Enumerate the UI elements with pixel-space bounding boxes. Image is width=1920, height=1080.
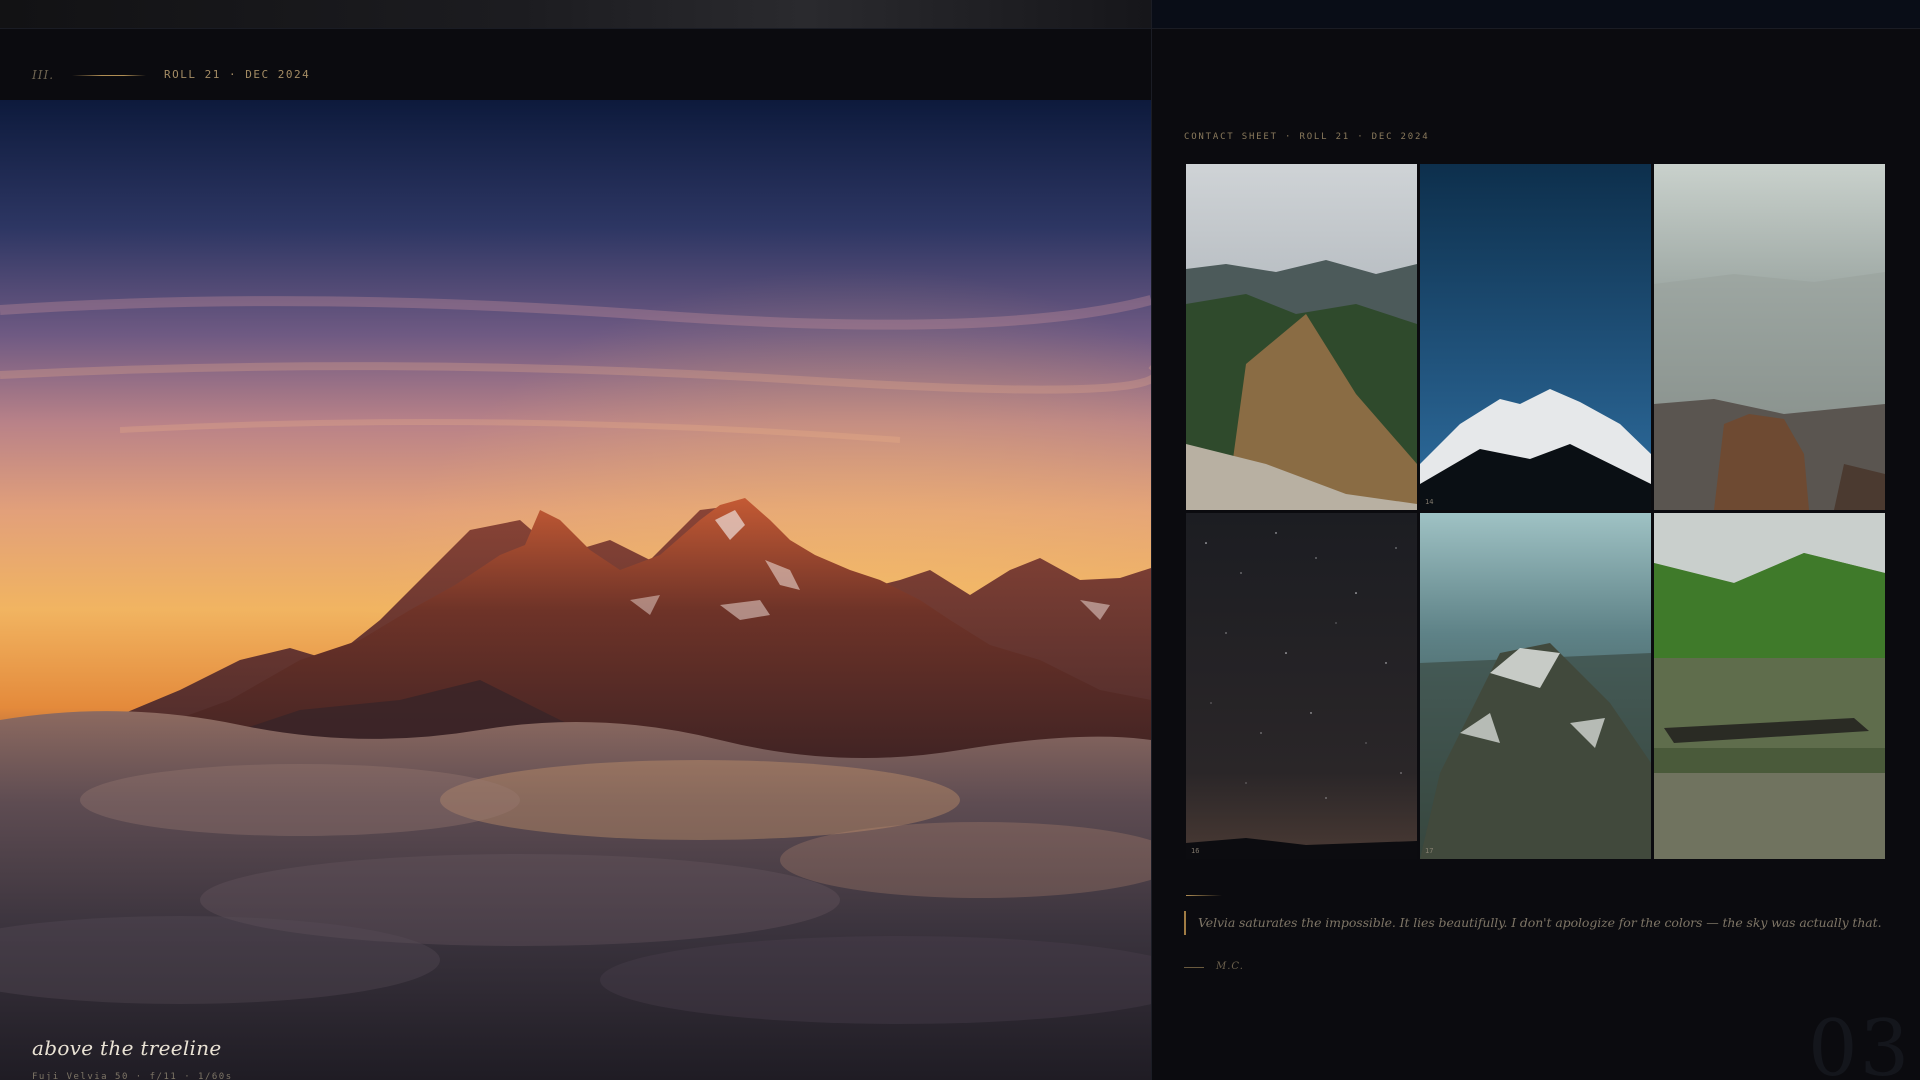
hero-title: above the treeline [32,1036,222,1060]
quote-text: Velvia saturates the impossible. It lies… [1198,915,1882,930]
contact-sheet-grid: 14 16 17 [1186,164,1886,860]
frame-photo [1420,513,1651,859]
contact-frame-3[interactable] [1654,164,1885,510]
contact-frame-4[interactable]: 16 [1186,513,1417,859]
signature-rule [1184,967,1204,968]
header-rule [72,75,146,76]
top-divider [0,28,1920,29]
contact-sheet-label: CONTACT SHEET · ROLL 21 · DEC 2024 [1184,132,1430,142]
frame-photo [1654,164,1885,510]
hero-mountain-illustration [0,100,1151,1080]
hero-meta: Fuji Velvia 50 · f/11 · 1/60s [32,1072,233,1080]
contact-frame-1[interactable] [1186,164,1417,510]
quote-rule [1186,895,1222,896]
frame-number: 16 [1191,847,1200,855]
frame-photo [1186,513,1417,859]
contact-frame-5[interactable]: 17 [1420,513,1651,859]
quote-signature: M.C. [1216,961,1244,972]
frame-number: 17 [1425,847,1434,855]
frame-photo [1420,164,1651,510]
hero-photo[interactable]: above the treeline Fuji Velvia 50 · f/11… [0,100,1151,1080]
contact-frame-2[interactable]: 14 [1420,164,1651,510]
roll-label: ROLL 21 · DEC 2024 [164,68,311,81]
frame-number: 14 [1425,498,1434,506]
page-number: 03 [1808,1004,1912,1080]
top-bar-right [1151,0,1920,28]
quote-bar [1184,911,1186,935]
top-image-strip [0,0,1151,28]
frame-photo [1186,164,1417,510]
panel-divider [1151,0,1152,1080]
section-numeral: III. [32,68,55,82]
contact-frame-6[interactable] [1654,513,1885,859]
frame-photo [1654,513,1885,859]
